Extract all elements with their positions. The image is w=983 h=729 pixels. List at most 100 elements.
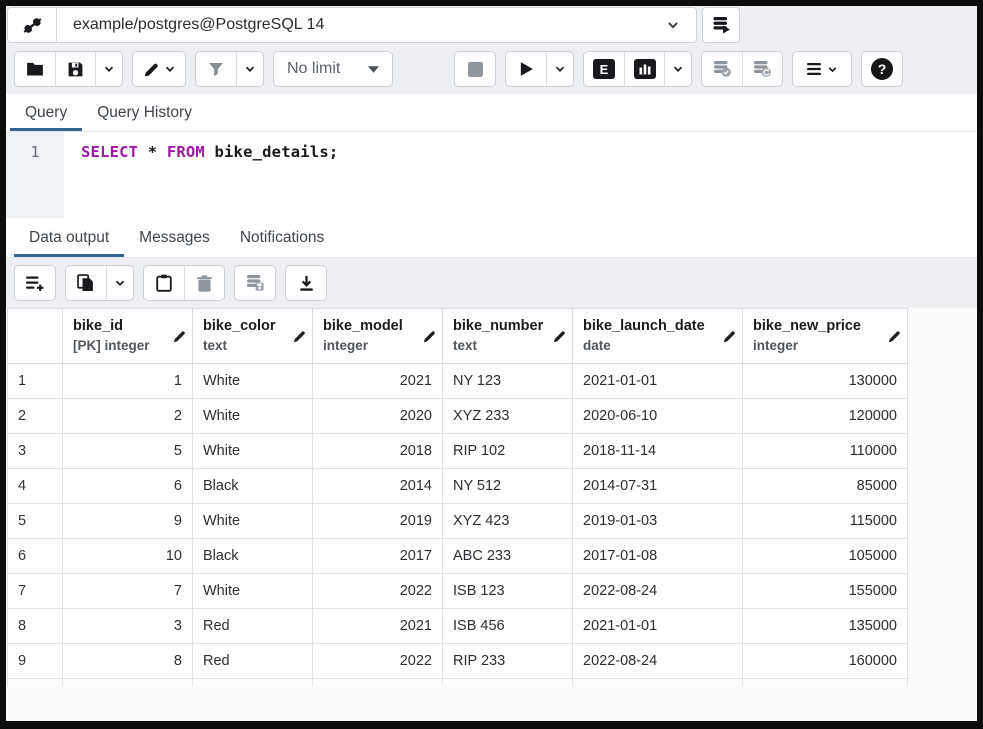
cell-bike_model[interactable]: 2017 [313,539,443,574]
cell-bike_number[interactable]: NY 512 [443,469,573,504]
add-row-button[interactable] [15,266,55,300]
cell-bike_id[interactable]: 8 [63,644,193,679]
row-number-cell[interactable]: 3 [8,434,63,469]
execute-options-chevron-icon[interactable] [546,52,573,86]
commit-button[interactable] [702,52,742,86]
copy-options-chevron-icon[interactable] [106,266,133,300]
cell-bike_new_price[interactable]: 160000 [743,644,908,679]
rollback-button[interactable] [742,52,782,86]
row-limit-select[interactable]: No limit [274,52,392,86]
help-button[interactable]: ? [862,52,902,86]
cell-bike_id[interactable]: 7 [63,574,193,609]
cell-bike_number[interactable]: ABC 233 [443,539,573,574]
connection-dropdown[interactable]: example/postgres@PostgreSQL 14 [57,8,696,42]
cell-bike_id[interactable]: 9 [63,504,193,539]
column-header-bike_new_price[interactable]: bike_new_priceinteger [743,309,908,364]
cell-bike_model[interactable]: 2019 [313,504,443,539]
edit-column-icon[interactable] [888,330,901,343]
cell-bike_model[interactable]: 2014 [313,469,443,504]
filter-button[interactable] [196,52,236,86]
cell-bike_color[interactable]: Red [193,644,313,679]
cell-bike_new_price[interactable]: 155000 [743,574,908,609]
cell-bike_color[interactable]: Red [193,609,313,644]
cell-bike_color[interactable]: White [193,504,313,539]
save-options-chevron-icon[interactable] [95,52,122,86]
tab-data-output[interactable]: Data output [14,218,124,257]
tab-messages[interactable]: Messages [124,218,225,257]
cell-bike_model[interactable]: 2020 [313,399,443,434]
cell-bike_model[interactable]: 2021 [313,364,443,399]
explain-button[interactable]: E [584,52,624,86]
cell-bike_model[interactable]: 2018 [313,434,443,469]
editor-line-gutter[interactable]: 1 [6,132,64,218]
cell-bike_color[interactable]: White [193,399,313,434]
cell-bike_launch_date[interactable]: 2018-11-14 [573,434,743,469]
cell-bike_launch_date[interactable]: 2022-08-24 [573,644,743,679]
sql-code-area[interactable]: SELECT * FROM bike_details; [64,132,977,218]
row-number-cell[interactable]: 9 [8,644,63,679]
paste-button[interactable] [144,266,184,300]
cell-bike_number[interactable]: XYZ 423 [443,504,573,539]
cell-bike_color[interactable]: White [193,434,313,469]
cell-bike_color[interactable]: Black [193,539,313,574]
cell-bike_launch_date[interactable]: 2020-06-10 [573,399,743,434]
execute-play-button[interactable] [506,52,546,86]
cell-bike_number[interactable]: ISB 456 [443,609,573,644]
tab-notifications[interactable]: Notifications [225,218,339,257]
cell-bike_number[interactable]: RIP 233 [443,644,573,679]
cell-bike_launch_date[interactable]: 2022-08-24 [573,574,743,609]
cell-bike_launch_date[interactable]: 2017-01-08 [573,539,743,574]
row-number-cell[interactable]: 8 [8,609,63,644]
tab-query[interactable]: Query [10,94,82,131]
cell-bike_new_price[interactable]: 105000 [743,539,908,574]
cell-bike_id[interactable]: 5 [63,434,193,469]
cell-bike_id[interactable]: 10 [63,539,193,574]
cell-bike_number[interactable]: NY 123 [443,364,573,399]
save-data-button[interactable] [235,266,275,300]
column-header-bike_launch_date[interactable]: bike_launch_datedate [573,309,743,364]
edit-column-icon[interactable] [553,330,566,343]
row-number-cell[interactable]: 4 [8,469,63,504]
cell-bike_new_price[interactable]: 135000 [743,609,908,644]
cell-bike_new_price[interactable]: 110000 [743,434,908,469]
new-connection-button[interactable] [702,7,740,43]
tab-query-history[interactable]: Query History [82,94,207,131]
cell-bike_number[interactable]: XYZ 233 [443,399,573,434]
copy-button[interactable] [66,266,106,300]
delete-row-button[interactable] [184,266,224,300]
cell-bike_model[interactable]: 2022 [313,644,443,679]
cell-bike_launch_date[interactable]: 2019-01-03 [573,504,743,539]
column-header-bike_id[interactable]: bike_id[PK] integer [63,309,193,364]
cell-bike_model[interactable]: 2022 [313,574,443,609]
cell-bike_launch_date[interactable]: 2021-01-01 [573,609,743,644]
edit-column-icon[interactable] [423,330,436,343]
explain-analyze-button[interactable] [624,52,664,86]
stop-button[interactable] [455,52,495,86]
cell-bike_launch_date[interactable]: 2014-07-31 [573,469,743,504]
edit-column-icon[interactable] [173,330,186,343]
grid-corner-cell[interactable] [8,309,63,364]
row-number-cell[interactable]: 1 [8,364,63,399]
cell-bike_new_price[interactable]: 115000 [743,504,908,539]
cell-bike_id[interactable]: 6 [63,469,193,504]
cell-bike_color[interactable]: Black [193,469,313,504]
explain-options-chevron-icon[interactable] [664,52,691,86]
edit-column-icon[interactable] [723,330,736,343]
save-file-button[interactable] [55,52,95,86]
cell-bike_number[interactable]: ISB 123 [443,574,573,609]
edit-pencil-button[interactable] [133,52,185,86]
cell-bike_launch_date[interactable]: 2021-01-01 [573,364,743,399]
cell-bike_id[interactable]: 1 [63,364,193,399]
macros-button[interactable] [793,52,851,86]
cell-bike_new_price[interactable]: 85000 [743,469,908,504]
cell-bike_number[interactable]: RIP 102 [443,434,573,469]
connection-plug-icon[interactable] [8,8,57,42]
cell-bike_new_price[interactable]: 130000 [743,364,908,399]
cell-bike_color[interactable]: White [193,364,313,399]
download-results-button[interactable] [286,266,326,300]
column-header-bike_color[interactable]: bike_colortext [193,309,313,364]
row-number-cell[interactable]: 6 [8,539,63,574]
cell-bike_model[interactable]: 2021 [313,609,443,644]
edit-column-icon[interactable] [293,330,306,343]
cell-bike_new_price[interactable]: 120000 [743,399,908,434]
